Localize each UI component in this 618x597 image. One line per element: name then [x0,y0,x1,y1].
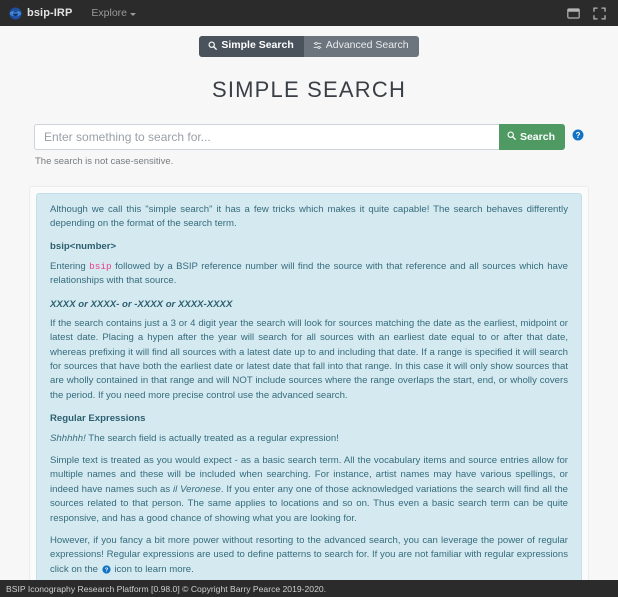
footer-text: BSIP Iconography Research Platform [0.98… [6,583,327,594]
section-heading-date-patterns: XXXX or XXXX- or -XXXX or XXXX-XXXX [50,298,233,310]
nav-explore-label: Explore [91,7,128,19]
question-circle-icon[interactable]: ? [572,129,584,144]
page-footer: BSIP Iconography Research Platform [0.98… [0,580,618,597]
bsip-code-literal: bsip [89,260,112,272]
page-title: SIMPLE SEARCH [211,76,407,102]
regex-shhh-paragraph: Shhhhh! The search field is actually tre… [50,432,568,446]
search-button[interactable]: Search [498,123,565,150]
svg-text:?: ? [576,131,581,140]
search-icon [507,131,516,143]
window-panel-icon[interactable] [567,7,580,20]
chevron-down-icon [130,12,137,16]
brand-link[interactable]: bsip-IRP [9,6,73,20]
tab-simple-search-label: Simple Search [221,39,294,51]
tab-simple-search[interactable]: Simple Search [199,36,304,57]
regex-simple-part-italic: il Veronese [173,483,221,495]
section-bsip-number-paragraph: Entering bsip followed by a BSIP referen… [50,260,568,289]
bsip-logo-icon [9,6,22,20]
section-heading-regular-expressions: Regular Expressions [50,413,146,425]
regex-power-after-icon: icon to learn more. [111,563,194,575]
question-circle-icon[interactable]: ? [102,565,111,579]
search-mode-tabs: Simple Search Advanced Search [0,36,618,57]
search-icon [208,41,218,51]
info-panel-wrapper: Although we call this "simple search" it… [29,185,589,580]
regex-shhh-lead: Shhhhh! [50,432,86,444]
top-navbar: bsip-IRP Explore [0,0,618,26]
fullscreen-expand-icon[interactable] [593,6,606,20]
search-help-panel: Although we call this "simple search" it… [36,192,582,580]
search-area: Search ? The search is not case-sensitiv… [34,123,584,167]
search-button-label: Search [519,130,555,143]
tab-advanced-search[interactable]: Advanced Search [303,36,419,57]
regex-shhh-text: The search field is actually treated as … [85,432,339,444]
sliders-icon [313,41,322,50]
search-hint: The search is not case-sensitive. [35,155,174,167]
regex-simple-text-paragraph: Simple text is treated as you would expe… [50,454,568,526]
svg-text:?: ? [104,567,108,573]
info-intro: Although we call this "simple search" it… [50,203,568,229]
app-root: bsip-IRP Explore Simple Search Advanced … [0,0,618,597]
bsip-para-post: followed by a BSIP reference number will… [50,260,568,287]
search-input[interactable] [34,123,499,150]
tab-advanced-search-label: Advanced Search [325,39,409,51]
navbar-actions [567,6,609,20]
brand-label: bsip-IRP [27,7,73,19]
regex-power-paragraph: However, if you fancy a bit more power w… [50,534,568,579]
section-heading-bsip-number: bsip<number> [50,241,117,253]
page-content: Simple Search Advanced Search SIMPLE SEA… [0,26,618,580]
bsip-para-pre: Entering [50,260,90,272]
nav-explore-dropdown[interactable]: Explore [88,5,139,21]
section-date-patterns-paragraph: If the search contains just a 3 or 4 dig… [50,317,568,401]
